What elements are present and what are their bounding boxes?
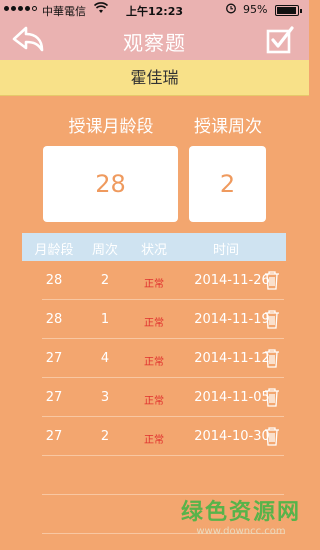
table-header: 月龄段 周次 状况 时间 <box>22 233 286 261</box>
header-week: 周次 <box>91 243 118 258</box>
trash-icon[interactable] <box>264 270 280 290</box>
table-row[interactable]: 28 2 正常 2014-11-26 <box>42 261 284 300</box>
trash-icon[interactable] <box>264 348 280 368</box>
row-week: 1 <box>100 312 110 327</box>
row-age: 28 <box>45 312 63 327</box>
row-status: 正常 <box>144 396 164 407</box>
row-age: 28 <box>45 273 63 288</box>
week-value-box[interactable]: 2 <box>189 146 266 222</box>
page-title: 观察题 <box>123 31 186 55</box>
table-row[interactable]: 27 3 正常 2014-11-05 <box>42 378 284 417</box>
alarm-icon <box>225 2 237 17</box>
row-status: 正常 <box>144 318 164 329</box>
row-age: 27 <box>45 429 63 444</box>
battery-percent: 95% <box>243 3 268 16</box>
student-name: 霍佳瑞 <box>0 60 309 96</box>
row-week: 2 <box>100 273 110 288</box>
row-status: 正常 <box>144 279 164 290</box>
row-week: 4 <box>100 351 110 366</box>
row-week: 3 <box>100 390 110 405</box>
row-status: 正常 <box>144 435 164 446</box>
watermark-url: www.downcc.com <box>196 526 286 537</box>
age-value-box[interactable]: 28 <box>43 146 178 222</box>
nav-bar: 观察题 <box>0 20 309 60</box>
row-age: 27 <box>45 351 63 366</box>
header-date: 时间 <box>212 243 239 258</box>
table-row[interactable]: 27 4 正常 2014-11-12 <box>42 339 284 378</box>
trash-icon[interactable] <box>264 309 280 329</box>
row-age: 27 <box>45 390 63 405</box>
week-label: 授课周次 <box>194 117 262 137</box>
submit-button[interactable] <box>265 25 295 55</box>
checkbox-icon <box>266 26 294 54</box>
age-label: 授课月龄段 <box>68 117 154 137</box>
trash-icon[interactable] <box>264 426 280 446</box>
watermark: 绿色资源网 www.downcc.com <box>176 494 306 537</box>
trash-icon[interactable] <box>264 387 280 407</box>
battery-icon <box>275 5 302 16</box>
header-status: 状况 <box>140 243 167 258</box>
status-bar: 中華電信 上午12:23 95% <box>0 0 309 20</box>
table-row[interactable]: 28 1 正常 2014-11-19 <box>42 300 284 339</box>
table-row[interactable]: 27 2 正常 2014-10-30 <box>42 417 284 456</box>
row-status: 正常 <box>144 357 164 368</box>
row-week: 2 <box>100 429 110 444</box>
header-age: 月龄段 <box>34 243 74 258</box>
watermark-title: 绿色资源网 <box>180 500 301 525</box>
